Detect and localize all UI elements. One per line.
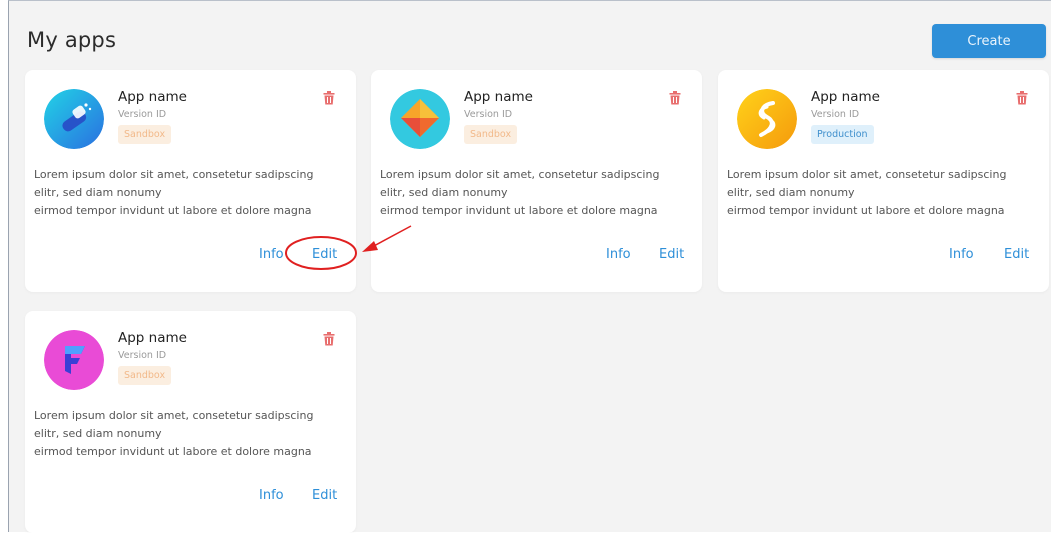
description-line: Lorem ipsum dolor sit amet, consetetur s…: [727, 168, 1007, 181]
swirl-app-icon[interactable]: [737, 89, 797, 149]
description-line: elitr, sed diam nonumy: [727, 186, 855, 199]
page-title: My apps: [27, 28, 117, 52]
environment-badge: Sandbox: [118, 366, 172, 385]
description-line: elitr, sed diam nonumy: [380, 186, 508, 199]
description-line: elitr, sed diam nonumy: [34, 427, 162, 440]
description-line: eirmod tempor invidunt ut labore et dolo…: [34, 204, 312, 217]
flag-app-icon[interactable]: [44, 330, 104, 390]
app-card: App name Version ID Sandbox Lorem ipsum …: [25, 311, 356, 533]
app-name: App name: [118, 330, 187, 346]
environment-badge: Production: [811, 125, 874, 144]
app-description: Lorem ipsum dolor sit amet, consetetur s…: [380, 166, 696, 220]
description-line: eirmod tempor invidunt ut labore et dolo…: [727, 204, 1005, 217]
info-link[interactable]: Info: [949, 247, 974, 262]
trash-icon[interactable]: [323, 332, 335, 346]
edit-link[interactable]: Edit: [1004, 247, 1029, 262]
app-card: App name Version ID Production Lorem ips…: [718, 70, 1049, 292]
description-line: Lorem ipsum dolor sit amet, consetetur s…: [380, 168, 660, 181]
version-id: Version ID: [118, 350, 167, 361]
edit-link[interactable]: Edit: [312, 247, 337, 262]
version-id: Version ID: [811, 109, 860, 120]
app-name: App name: [118, 89, 187, 105]
app-card: App name Version ID Sandbox Lorem ipsum …: [25, 70, 356, 292]
environment-badge: Sandbox: [118, 125, 172, 144]
app-description: Lorem ipsum dolor sit amet, consetetur s…: [727, 166, 1043, 220]
trash-icon[interactable]: [1016, 91, 1028, 105]
trash-icon[interactable]: [323, 91, 335, 105]
app-description: Lorem ipsum dolor sit amet, consetetur s…: [34, 166, 350, 220]
version-id: Version ID: [464, 109, 513, 120]
info-link[interactable]: Info: [259, 488, 284, 503]
description-line: eirmod tempor invidunt ut labore et dolo…: [380, 204, 658, 217]
trash-icon[interactable]: [669, 91, 681, 105]
diamond-app-icon[interactable]: [390, 89, 450, 149]
info-link[interactable]: Info: [606, 247, 631, 262]
description-line: Lorem ipsum dolor sit amet, consetetur s…: [34, 168, 314, 181]
app-card: App name Version ID Sandbox Lorem ipsum …: [371, 70, 702, 292]
description-line: elitr, sed diam nonumy: [34, 186, 162, 199]
wand-app-icon[interactable]: [44, 89, 104, 149]
apps-panel: My apps Create App name Version ID Sandb…: [8, 0, 1051, 533]
app-name: App name: [464, 89, 533, 105]
info-link[interactable]: Info: [259, 247, 284, 262]
edit-link[interactable]: Edit: [312, 488, 337, 503]
app-name: App name: [811, 89, 880, 105]
app-description: Lorem ipsum dolor sit amet, consetetur s…: [34, 407, 350, 461]
create-button[interactable]: Create: [932, 24, 1046, 58]
description-line: Lorem ipsum dolor sit amet, consetetur s…: [34, 409, 314, 422]
edit-link[interactable]: Edit: [659, 247, 684, 262]
version-id: Version ID: [118, 109, 167, 120]
description-line: eirmod tempor invidunt ut labore et dolo…: [34, 445, 312, 458]
environment-badge: Sandbox: [464, 125, 518, 144]
